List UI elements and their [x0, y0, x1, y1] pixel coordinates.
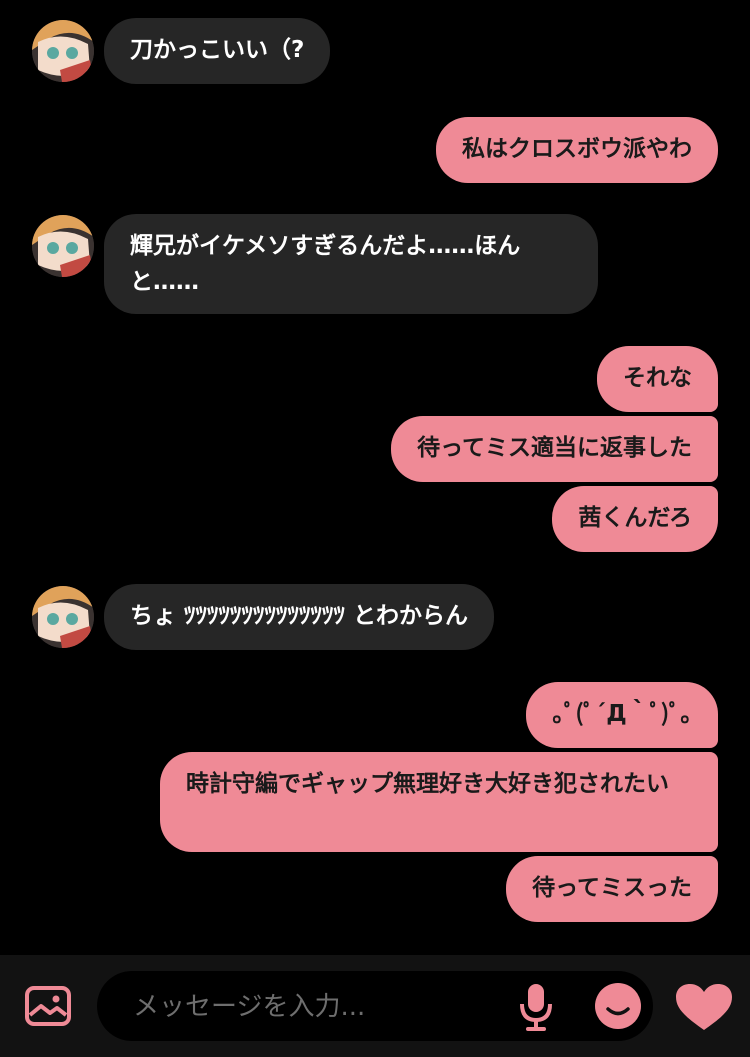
sticker-icon[interactable] — [594, 982, 642, 1030]
avatar[interactable] — [32, 215, 94, 277]
message-row: ｡ﾟ(ﾟ´Д｀ﾟ)ﾟ｡ — [0, 682, 750, 748]
microphone-icon[interactable] — [518, 982, 554, 1032]
message-input-container — [97, 971, 653, 1041]
message-list[interactable]: 刀かっこいい（? 私はクロスボウ派やわ 輝兄がイケメソすぎるんだよ……ほんと……… — [0, 0, 750, 955]
message-composer — [0, 955, 750, 1057]
message-row: ちょ ﾂﾂﾂﾂﾂﾂﾂﾂﾂﾂﾂﾂﾂﾂ とわからん — [0, 584, 750, 650]
message-row: 刀かっこいい（? — [0, 18, 750, 84]
avatar[interactable] — [32, 586, 94, 648]
message-row: 時計守編でギャップ無理好き大好き犯されたい — [0, 752, 750, 852]
outgoing-message[interactable]: 時計守編でギャップ無理好き大好き犯されたい — [160, 752, 718, 852]
outgoing-message[interactable]: 待ってミスった — [506, 856, 718, 922]
heart-icon[interactable] — [674, 982, 734, 1032]
message-row: 待ってミスった — [0, 856, 750, 922]
message-row: 私はクロスボウ派やわ — [0, 117, 750, 183]
message-row: 輝兄がイケメソすぎるんだよ……ほんと…… — [0, 214, 750, 314]
incoming-message[interactable]: 刀かっこいい（? — [104, 18, 331, 84]
outgoing-message[interactable]: 待ってミス適当に返事した — [391, 416, 718, 482]
outgoing-message[interactable]: ｡ﾟ(ﾟ´Д｀ﾟ)ﾟ｡ — [526, 682, 718, 748]
message-input[interactable] — [131, 986, 515, 1028]
outgoing-message[interactable]: 私はクロスボウ派やわ — [436, 117, 718, 183]
avatar[interactable] — [32, 20, 94, 82]
image-icon[interactable] — [24, 985, 72, 1027]
message-row: 待ってミス適当に返事した — [0, 416, 750, 482]
incoming-message[interactable]: 輝兄がイケメソすぎるんだよ……ほんと…… — [104, 214, 598, 314]
outgoing-message[interactable]: 茜くんだろ — [552, 486, 718, 552]
outgoing-message[interactable]: それな — [597, 346, 718, 412]
message-row: それな — [0, 346, 750, 412]
message-row: 茜くんだろ — [0, 486, 750, 552]
incoming-message[interactable]: ちょ ﾂﾂﾂﾂﾂﾂﾂﾂﾂﾂﾂﾂﾂﾂ とわからん — [104, 584, 495, 650]
